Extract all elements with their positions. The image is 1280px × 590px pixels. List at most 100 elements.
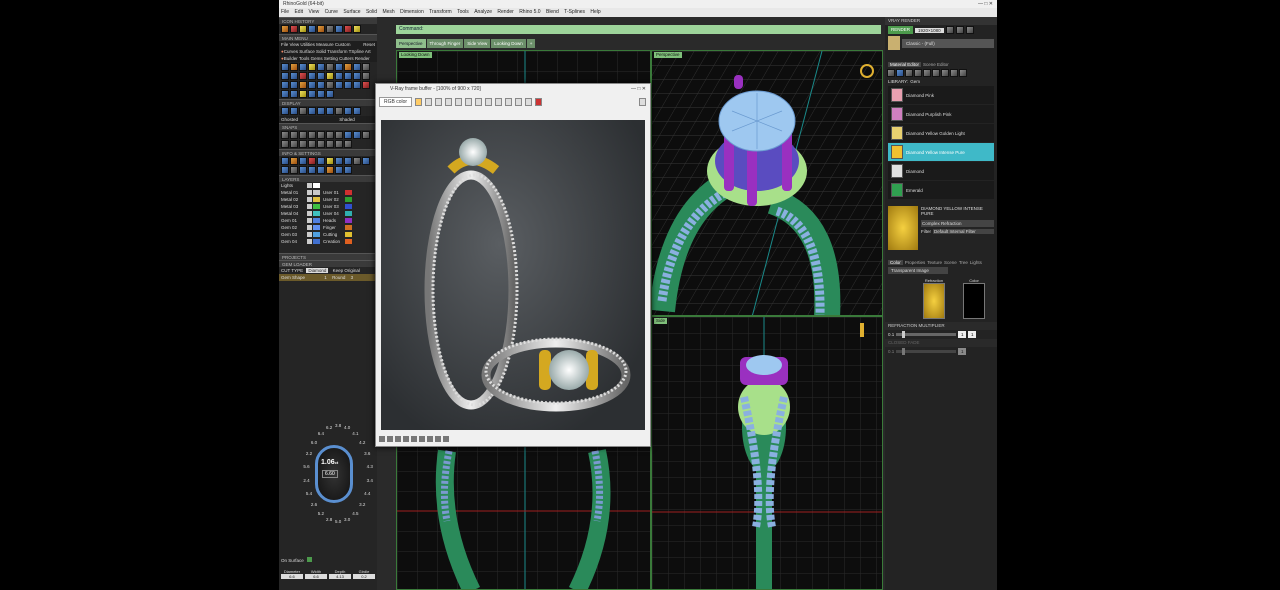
info-icon[interactable]: [290, 157, 298, 165]
tool-icon[interactable]: [290, 90, 298, 98]
menu-render[interactable]: Render: [495, 9, 515, 15]
layer-color-swatch[interactable]: [345, 190, 352, 195]
info-icon[interactable]: [317, 157, 325, 165]
window-controls[interactable]: — □ ✕: [978, 0, 993, 8]
material-tool-icon[interactable]: [896, 69, 904, 77]
dial-size-label[interactable]: 3.8: [335, 423, 341, 428]
info-icon[interactable]: [299, 166, 307, 174]
tool-icon[interactable]: [317, 81, 325, 89]
tab-tree[interactable]: Tree: [959, 260, 968, 265]
dial-size-label[interactable]: 3.4: [367, 478, 373, 483]
menu-solid[interactable]: Solid: [364, 9, 379, 15]
material-item[interactable]: Diamond Purplish Pink: [888, 105, 994, 123]
render-tool-icon[interactable]: [379, 436, 385, 442]
tool-icon[interactable]: [353, 72, 361, 80]
tool-icon[interactable]: [326, 90, 334, 98]
info-icon[interactable]: [362, 157, 370, 165]
render-tool-icon[interactable]: [427, 436, 433, 442]
dial-size-label[interactable]: 5.6: [303, 464, 309, 469]
tool-icon[interactable]: [326, 63, 334, 71]
dial-size-label[interactable]: 4.5: [352, 511, 358, 516]
cut-type-select[interactable]: Diamond: [306, 268, 329, 273]
display-mode-select[interactable]: Ghosted: [281, 117, 298, 122]
tab-texture[interactable]: Texture: [927, 260, 942, 265]
gem-loader-header[interactable]: GEM LOADER: [279, 260, 377, 267]
layer-visible-checkbox[interactable]: [307, 225, 312, 230]
display-icon[interactable]: [308, 107, 316, 115]
layer-row[interactable]: Metal 02 User 02: [279, 196, 377, 203]
snap-icon[interactable]: [308, 131, 316, 139]
material-item[interactable]: Diamond Yellow Golden Light: [888, 124, 994, 142]
render-window-controls[interactable]: — □ ✕: [631, 84, 646, 95]
layer-visible-checkbox[interactable]: [307, 239, 312, 244]
menu-help[interactable]: Help: [588, 9, 602, 15]
dial-size-label[interactable]: 2.6: [311, 502, 317, 507]
tool-icon[interactable]: [317, 25, 325, 33]
tool-icon[interactable]: [335, 72, 343, 80]
menu-curve[interactable]: Curve: [323, 9, 340, 15]
info-icon[interactable]: [290, 166, 298, 174]
layer-visible-checkbox[interactable]: [307, 218, 312, 223]
layer-color-swatch[interactable]: [345, 239, 352, 244]
tool-icon[interactable]: [299, 63, 307, 71]
layer-color-swatch[interactable]: [345, 225, 352, 230]
snap-icon[interactable]: [335, 131, 343, 139]
tool-icon[interactable]: [335, 81, 343, 89]
layer-color-swatch[interactable]: [345, 204, 352, 209]
info-icon[interactable]: [299, 157, 307, 165]
r-channel-icon[interactable]: [425, 98, 433, 106]
render-tool-icon[interactable]: [419, 436, 425, 442]
layer-color-swatch[interactable]: [345, 197, 352, 202]
material-tool-icon[interactable]: [887, 69, 895, 77]
projects-header[interactable]: PROJECTS: [279, 253, 377, 260]
render-button[interactable]: RENDER: [888, 26, 914, 34]
dimension-value[interactable]: 4.13: [329, 574, 351, 579]
tab-material-editor[interactable]: Material Editor: [888, 62, 922, 67]
info-icon[interactable]: [326, 166, 334, 174]
material-tool-icon[interactable]: [905, 69, 913, 77]
g-channel-icon[interactable]: [435, 98, 443, 106]
vray-frame-buffer-window[interactable]: V-Ray frame buffer - [100% of 900 x 720]…: [375, 83, 651, 447]
tool-icon[interactable]: [326, 72, 334, 80]
tool-icon[interactable]: [362, 63, 370, 71]
dial-size-label[interactable]: 3.2: [359, 502, 365, 507]
dial-size-label[interactable]: 4.0: [344, 425, 350, 430]
tool-icon[interactable]: [290, 81, 298, 89]
tool-icon[interactable]: [326, 25, 334, 33]
material-item[interactable]: Diamond Pink: [888, 86, 994, 104]
refraction-slider[interactable]: [896, 331, 957, 338]
tool-icon[interactable]: [317, 90, 325, 98]
snap-icon[interactable]: [317, 131, 325, 139]
layer-color-swatch[interactable]: [313, 239, 320, 244]
tool-icon[interactable]: [344, 25, 352, 33]
layer-visible-checkbox[interactable]: [307, 211, 312, 216]
material-tool-icon[interactable]: [923, 69, 931, 77]
layer-visible-checkbox[interactable]: [307, 204, 312, 209]
dial-size-label[interactable]: 2.2: [306, 451, 312, 456]
menu-file[interactable]: File: [279, 9, 291, 15]
tab-scene[interactable]: Scene: [944, 260, 957, 265]
b-channel-icon[interactable]: [445, 98, 453, 106]
mono-icon[interactable]: [465, 98, 473, 106]
layer-row[interactable]: Metal 03 User 03: [279, 203, 377, 210]
material-tool-icon[interactable]: [950, 69, 958, 77]
info-icon[interactable]: [317, 166, 325, 174]
display-icon[interactable]: [335, 107, 343, 115]
tab-perspective[interactable]: Perspective: [396, 39, 426, 48]
render-tool-icon[interactable]: [403, 436, 409, 442]
dial-size-label[interactable]: 4.2: [359, 440, 365, 445]
snap-icon[interactable]: [290, 131, 298, 139]
layer-color-swatch[interactable]: [313, 218, 320, 223]
tab-looking-down[interactable]: Looking Down: [491, 39, 526, 48]
dial-size-label[interactable]: 3.0: [344, 517, 350, 522]
menu-rhino[interactable]: Rhino 5.0: [517, 9, 542, 15]
tool-icon[interactable]: [299, 81, 307, 89]
tab-side-view[interactable]: Side View: [464, 39, 491, 48]
icon-history-header[interactable]: ICON HISTORY: [279, 17, 377, 24]
layer-color-swatch[interactable]: [313, 204, 320, 209]
material-tool-icon[interactable]: [941, 69, 949, 77]
color-swatch[interactable]: [963, 283, 985, 319]
main-menu-row-3[interactable]: ●Builder Tools Gems Setting Cutters Rend…: [279, 55, 377, 62]
copy-icon[interactable]: [495, 98, 503, 106]
info-icon[interactable]: [281, 157, 289, 165]
